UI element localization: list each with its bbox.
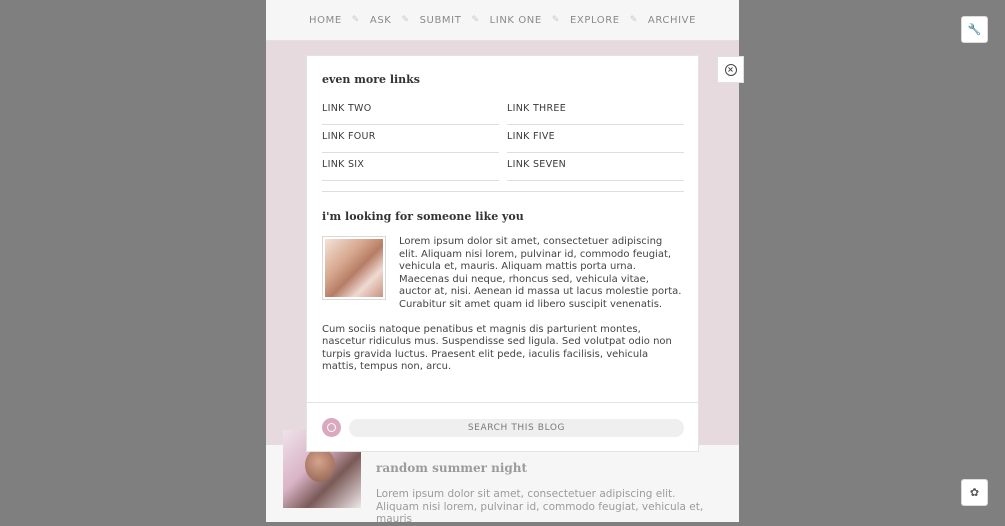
nav-home[interactable]: HOME xyxy=(309,15,342,26)
nav-explore[interactable]: EXPLORE xyxy=(570,15,620,26)
post-title[interactable]: random summer night xyxy=(376,461,527,475)
link-seven[interactable]: LINK SEVEN xyxy=(507,154,684,181)
nav-submit[interactable]: SUBMIT xyxy=(420,15,462,26)
link-six[interactable]: LINK SIX xyxy=(322,154,499,181)
nav-separator-icon: ✎ xyxy=(351,15,360,25)
close-icon: × xyxy=(724,63,737,76)
nav-separator-icon: ✎ xyxy=(551,15,560,25)
close-button[interactable]: × xyxy=(717,56,744,83)
nav-separator-icon: ✎ xyxy=(471,15,480,25)
about-text: Lorem ipsum dolor sit amet, consectetuer… xyxy=(322,236,684,386)
section-divider xyxy=(322,191,684,192)
links-popup: even more links LINK TWO LINK THREE LINK… xyxy=(306,55,700,452)
top-navigation: HOME ✎ ASK ✎ SUBMIT ✎ LINK ONE ✎ EXPLORE… xyxy=(266,0,739,41)
post-excerpt: Lorem ipsum dolor sit amet, consectetuer… xyxy=(376,488,704,525)
search-icon[interactable] xyxy=(322,418,341,437)
dashboard-button[interactable]: ✿ xyxy=(961,479,988,506)
customize-button[interactable]: 🔧 xyxy=(961,16,988,43)
search-input[interactable] xyxy=(349,419,684,437)
portrait-image xyxy=(322,236,386,300)
nav-archive[interactable]: ARCHIVE xyxy=(648,15,696,26)
nav-link-one[interactable]: LINK ONE xyxy=(490,15,542,26)
links-section-title: even more links xyxy=(322,73,420,86)
about-section-title: i'm looking for someone like you xyxy=(322,210,524,223)
post-thumbnail-face xyxy=(305,448,335,482)
link-four[interactable]: LINK FOUR xyxy=(322,126,499,153)
link-two[interactable]: LINK TWO xyxy=(322,98,499,125)
about-paragraph-2: Cum sociis natoque penatibus et magnis d… xyxy=(322,323,672,373)
links-grid: LINK TWO LINK THREE LINK FOUR LINK FIVE … xyxy=(322,98,684,181)
wrench-icon: 🔧 xyxy=(967,23,982,36)
link-three[interactable]: LINK THREE xyxy=(507,98,684,125)
nav-ask[interactable]: ASK xyxy=(370,15,392,26)
nav-separator-icon: ✎ xyxy=(401,15,410,25)
search-row xyxy=(307,402,700,452)
nav-separator-icon: ✎ xyxy=(629,15,638,25)
link-five[interactable]: LINK FIVE xyxy=(507,126,684,153)
flower-icon: ✿ xyxy=(969,486,980,499)
